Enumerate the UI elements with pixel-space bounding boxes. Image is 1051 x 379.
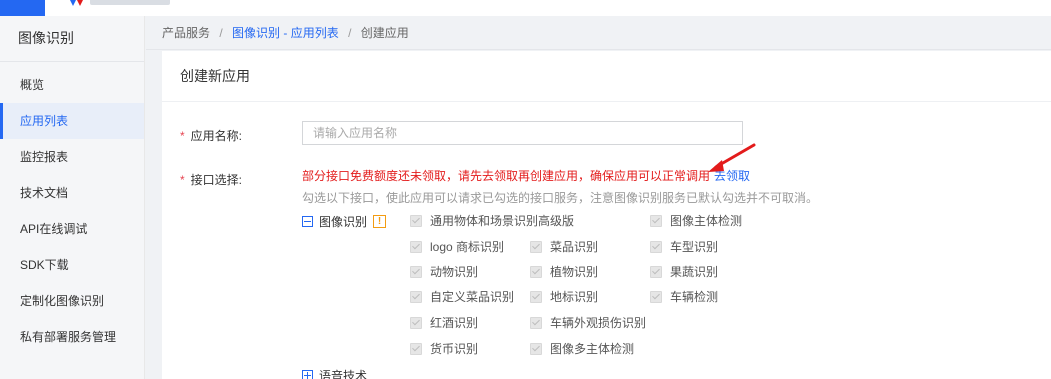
breadcrumb-separator: / [348,26,352,40]
api-checkbox[interactable]: 车辆检测 [650,288,718,305]
breadcrumb-app-list-link[interactable]: 图像识别 - 应用列表 [232,26,339,40]
brand-logo-text [90,0,170,5]
api-checkbox[interactable]: 地标识别 [530,288,598,305]
app-name-label-text: 应用名称: [190,129,243,143]
checkbox-checked-icon [530,342,542,355]
checkbox-label: 菜品识别 [550,240,599,254]
sidebar-item-monitoring[interactable]: 监控报表 [0,139,144,175]
plus-square-icon[interactable] [302,370,313,379]
checkbox-label: logo 商标识别 [430,240,505,254]
checkbox-label: 车型识别 [670,240,719,254]
checkbox-label: 图像多主体检测 [550,342,635,356]
checkbox-checked-icon [650,240,662,253]
free-quota-warning-text: 部分接口免费额度还未领取，请先去领取再创建应用，确保应用可以正常调用 [302,169,711,183]
required-mark: * [180,173,185,187]
breadcrumb-separator: / [219,26,223,40]
brand-logo-icon [70,0,83,6]
sidebar-item-overview[interactable]: 概览 [0,67,144,103]
exclamation-icon[interactable]: ! [373,215,387,228]
checkbox-checked-icon [410,265,422,278]
api-checkbox[interactable]: 通用物体和场景识别高级版 [410,212,574,229]
voice-technology-group-label: 语音技术 [319,369,368,379]
sidebar: 图像识别 概览 应用列表 监控报表 技术文档 API在线调试 SDK下载 定制化… [0,16,145,379]
checkbox-checked-icon [530,265,542,278]
api-select-label: * 接口选择: [180,171,242,188]
image-recognition-group-label: 图像识别 [319,215,368,229]
app-name-label: * 应用名称: [180,127,242,144]
red-arrow-icon [708,143,756,172]
api-checkbox[interactable]: 果蔬识别 [650,263,718,280]
sidebar-item-sdk-download[interactable]: SDK下载 [0,247,144,283]
api-checkbox[interactable]: 车辆外观损伤识别 [530,314,646,331]
api-checkbox[interactable]: 车型识别 [650,238,718,255]
api-checkbox[interactable]: 菜品识别 [530,238,598,255]
top-bar [0,0,1051,16]
checkbox-label: 植物识别 [550,265,599,279]
checkbox-label: 自定义菜品识别 [430,290,515,304]
checkbox-label: 动物识别 [430,265,479,279]
api-checkbox[interactable]: 自定义菜品识别 [410,288,514,305]
api-checkbox[interactable]: 植物识别 [530,263,598,280]
checkbox-label: 红酒识别 [430,316,479,330]
sidebar-item-custom-recognition[interactable]: 定制化图像识别 [0,283,144,319]
api-checkbox[interactable]: 动物识别 [410,263,478,280]
checkbox-checked-icon [650,290,662,303]
breadcrumb-root[interactable]: 产品服务 [162,26,210,40]
checkbox-checked-icon [530,240,542,253]
api-select-hint: 勾选以下接口，使此应用可以请求已勾选的接口服务，注意图像识别服务已默认勾选并不可… [302,191,819,205]
api-select-label-text: 接口选择: [190,173,243,187]
checkbox-label: 车辆外观损伤识别 [550,316,647,330]
sidebar-title: 图像识别 [0,16,144,62]
checkbox-checked-icon [650,214,662,227]
checkbox-label: 车辆检测 [670,290,719,304]
checkbox-checked-icon [410,290,422,303]
app-name-input[interactable] [302,121,743,145]
checkbox-label: 货币识别 [430,342,479,356]
create-app-panel: 创建新应用 * 应用名称: * 接口选择: 部分接口免费额度还未领取，请先去领取再创… [162,51,1051,379]
required-mark: * [180,129,185,143]
checkbox-checked-icon [410,316,422,329]
breadcrumb: 产品服务 / 图像识别 - 应用列表 / 创建应用 [146,16,1051,50]
page-title: 创建新应用 [162,51,1051,102]
checkbox-checked-icon [410,214,422,227]
checkbox-checked-icon [410,240,422,253]
api-checkbox[interactable]: 红酒识别 [410,314,478,331]
checkbox-checked-icon [530,316,542,329]
api-checkbox[interactable]: 图像主体检测 [650,212,742,229]
api-checkbox[interactable]: logo 商标识别 [410,238,504,255]
checkbox-label: 通用物体和场景识别高级版 [430,214,575,228]
breadcrumb-current: 创建应用 [360,26,409,40]
checkbox-checked-icon [530,290,542,303]
minus-square-icon[interactable] [302,216,313,227]
sidebar-item-api-debug[interactable]: API在线调试 [0,211,144,247]
free-quota-warning: 部分接口免费额度还未领取，请先去领取再创建应用，确保应用可以正常调用 去领取 [302,167,750,184]
checkbox-label: 果蔬识别 [670,265,719,279]
sidebar-item-app-list[interactable]: 应用列表 [0,103,144,139]
sidebar-item-private-deploy[interactable]: 私有部署服务管理 [0,319,144,355]
checkbox-checked-icon [650,265,662,278]
api-checkbox[interactable]: 图像多主体检测 [530,340,634,357]
voice-technology-group: 语音技术 [302,367,373,379]
checkbox-label: 图像主体检测 [670,214,743,228]
console-home-block[interactable] [0,0,45,16]
checkbox-label: 地标识别 [550,290,599,304]
api-checkbox[interactable]: 货币识别 [410,340,478,357]
checkbox-checked-icon [410,342,422,355]
sidebar-item-docs[interactable]: 技术文档 [0,175,144,211]
image-recognition-group: 图像识别 ! [302,213,387,230]
